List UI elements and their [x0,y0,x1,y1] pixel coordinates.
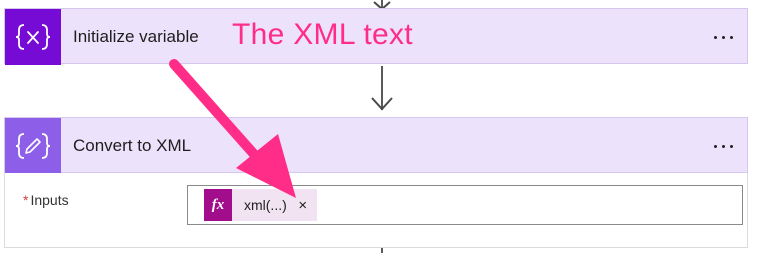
fx-function-icon: fx [204,189,232,221]
curly-braces-pen-icon-glyph [15,133,51,159]
close-icon[interactable]: × [293,189,317,221]
ellipsis-icon[interactable] [699,9,747,65]
menu-dot [713,35,717,39]
menu-dot [721,144,725,148]
curly-braces-x-icon [5,9,61,65]
menu-dot [713,144,717,148]
step-header[interactable]: Convert to XML [4,117,748,174]
menu-dot [721,35,725,39]
inputs-field[interactable]: fx xml(...) × [187,185,743,225]
inputs-label-text: Inputs [30,192,69,208]
token-text: xml(...) [244,197,287,213]
connector-middle-arrow [371,97,393,111]
menu-dot [729,144,733,148]
step-card-convert-to-xml[interactable]: Convert to XML * Inputs fx xml(...) × [4,117,748,248]
annotation-text: The XML text [232,18,413,51]
step-title: Convert to XML [73,136,192,155]
inputs-label: * Inputs [23,192,69,208]
curly-braces-pen-icon [5,118,61,174]
ellipsis-icon[interactable] [699,118,747,174]
required-mark: * [23,192,29,208]
curly-braces-x-icon-glyph [15,24,51,50]
step-body: * Inputs fx xml(...) × [4,173,748,248]
expression-token[interactable]: fx xml(...) × [204,189,317,221]
step-title: Initialize variable [73,27,199,46]
menu-dot [729,35,733,39]
